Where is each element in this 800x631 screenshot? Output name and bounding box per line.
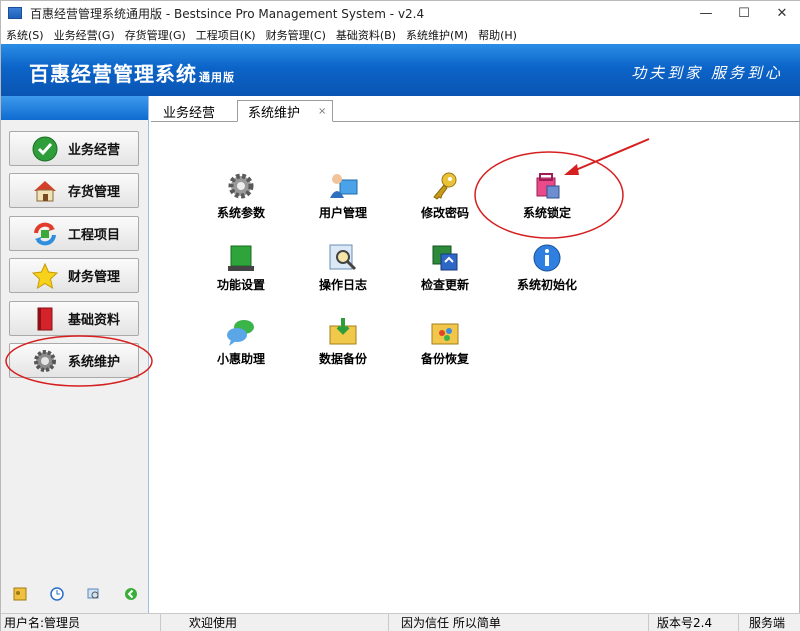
menu-help[interactable]: 帮助(H) (473, 27, 522, 43)
update-icon (429, 242, 461, 274)
status-motto: 因为信任 所以简单 (389, 614, 649, 631)
tool-label: 操作日志 (318, 278, 367, 292)
app-window: 百惠经营管理系统通用版 - Bestsince Pro Management S… (0, 0, 800, 631)
refresh-arrows-icon (32, 221, 58, 247)
sidebar-item-label: 业务经营 (68, 143, 121, 158)
header-banner: 百惠经营管理系统 通用版 功夫到家 服务到心 (1, 44, 800, 96)
tool-assistant[interactable]: 小惠助理 (196, 316, 286, 367)
status-welcome: 欢迎使用 (161, 614, 389, 631)
sidebar-item-label: 财务管理 (68, 270, 121, 285)
tool-label: 系统锁定 (522, 206, 571, 220)
sidebar-item-maintenance[interactable]: 系统维护 (9, 343, 139, 378)
key-icon[interactable] (13, 587, 27, 601)
window-title: 百惠经营管理系统通用版 - Bestsince Pro Management S… (30, 6, 425, 21)
sidebar-item-label: 系统维护 (68, 355, 121, 370)
tool-label: 功能设置 (216, 278, 265, 292)
status-side: 服务端 (749, 616, 786, 630)
maintenance-panel: 系统参数 用户管理 修改密码 系统锁定 功能设置 操作日志 检查更新 系统初始化… (151, 122, 800, 613)
tool-check-update[interactable]: 检查更新 (400, 242, 490, 293)
menu-business[interactable]: 业务经营(G) (49, 27, 120, 43)
user-icon (327, 170, 359, 202)
banner-title: 百惠经营管理系统 通用版 (29, 58, 235, 87)
tool-label: 系统初始化 (516, 278, 577, 292)
title-bar: 百惠经营管理系统通用版 - Bestsince Pro Management S… (1, 1, 800, 25)
banner-title-text: 百惠经营管理系统 (29, 62, 197, 86)
tool-backup-restore[interactable]: 备份恢复 (400, 316, 490, 367)
lock-icon (531, 170, 563, 202)
tab-label: 业务经营 (163, 105, 216, 121)
backup-folder-icon (327, 316, 359, 348)
tool-label: 备份恢复 (420, 352, 469, 366)
search-icon[interactable] (87, 587, 101, 601)
maximize-button[interactable]: ☐ (725, 1, 763, 25)
banner-subtitle: 通用版 (199, 71, 235, 84)
tool-system-params[interactable]: 系统参数 (196, 170, 286, 221)
clock-icon[interactable] (49, 587, 64, 601)
menu-projects[interactable]: 工程项目(K) (191, 27, 261, 43)
tool-system-init[interactable]: 系统初始化 (502, 242, 592, 293)
back-arrow-icon[interactable] (124, 587, 138, 601)
status-version: 版本号2.4 (649, 614, 739, 631)
sidebar-toolbar (1, 583, 149, 605)
tool-user-management[interactable]: 用户管理 (298, 170, 388, 221)
menu-maintenance[interactable]: 系统维护(M) (401, 27, 473, 43)
tab-bar: 业务经营 系统维护 × (151, 98, 800, 122)
sidebar-item-label: 存货管理 (68, 185, 121, 200)
app-icon (8, 7, 22, 19)
tab-maintenance[interactable]: 系统维护 × (237, 100, 334, 122)
gear-icon (225, 170, 257, 202)
tool-label: 系统参数 (216, 206, 265, 220)
tool-system-lock[interactable]: 系统锁定 (502, 170, 592, 221)
tool-function-settings[interactable]: 功能设置 (196, 242, 286, 293)
menu-bar: 系统(S) 业务经营(G) 存货管理(G) 工程项目(K) 财务管理(C) 基础… (1, 25, 800, 44)
tab-label: 系统维护 (248, 105, 301, 121)
tool-label: 数据备份 (318, 352, 367, 366)
window-controls: — ☐ ✕ (687, 1, 800, 25)
check-icon (32, 136, 58, 162)
sidebar-item-finance[interactable]: 财务管理 (9, 258, 139, 293)
minimize-button[interactable]: — (687, 1, 725, 25)
tab-business[interactable]: 业务经营 (153, 100, 215, 122)
close-button[interactable]: ✕ (763, 1, 800, 25)
sidebar-item-projects[interactable]: 工程项目 (9, 216, 139, 251)
status-user: 用户名:管理员 (1, 614, 161, 631)
tab-close-icon[interactable]: × (318, 106, 326, 117)
status-bar: 用户名:管理员 欢迎使用 因为信任 所以简单 版本号2.4 服务端 (1, 613, 800, 631)
sidebar-item-business[interactable]: 业务经营 (9, 131, 139, 166)
sidebar: 业务经营 存货管理 工程项目 财务管理 基础资料 系统维护 (1, 96, 149, 613)
menu-finance[interactable]: 财务管理(C) (261, 27, 331, 43)
menu-basic-data[interactable]: 基础资料(B) (331, 27, 401, 43)
info-icon (531, 242, 563, 274)
key-icon (429, 170, 461, 202)
book-icon (32, 306, 58, 332)
magnifier-log-icon (327, 242, 359, 274)
tool-data-backup[interactable]: 数据备份 (298, 316, 388, 367)
restore-folder-icon (429, 316, 461, 348)
banner-slogan: 功夫到家 服务到心 (631, 64, 783, 82)
tool-operation-log[interactable]: 操作日志 (298, 242, 388, 293)
tool-label: 小惠助理 (216, 352, 265, 366)
tool-label: 修改密码 (420, 206, 469, 220)
gear-icon (32, 348, 58, 374)
sidebar-item-inventory[interactable]: 存货管理 (9, 173, 139, 208)
menu-inventory[interactable]: 存货管理(G) (120, 27, 191, 43)
green-box-icon (225, 242, 257, 274)
sidebar-item-label: 基础资料 (68, 313, 121, 328)
tool-label: 检查更新 (420, 278, 469, 292)
sidebar-item-label: 工程项目 (68, 228, 121, 243)
house-icon (32, 178, 58, 204)
star-icon (32, 262, 58, 289)
sidebar-item-basic-data[interactable]: 基础资料 (9, 301, 139, 336)
tool-label: 用户管理 (318, 206, 367, 220)
sidebar-header (1, 96, 148, 120)
menu-system[interactable]: 系统(S) (1, 27, 49, 43)
chat-bubble-icon (225, 316, 257, 348)
tool-change-password[interactable]: 修改密码 (400, 170, 490, 221)
